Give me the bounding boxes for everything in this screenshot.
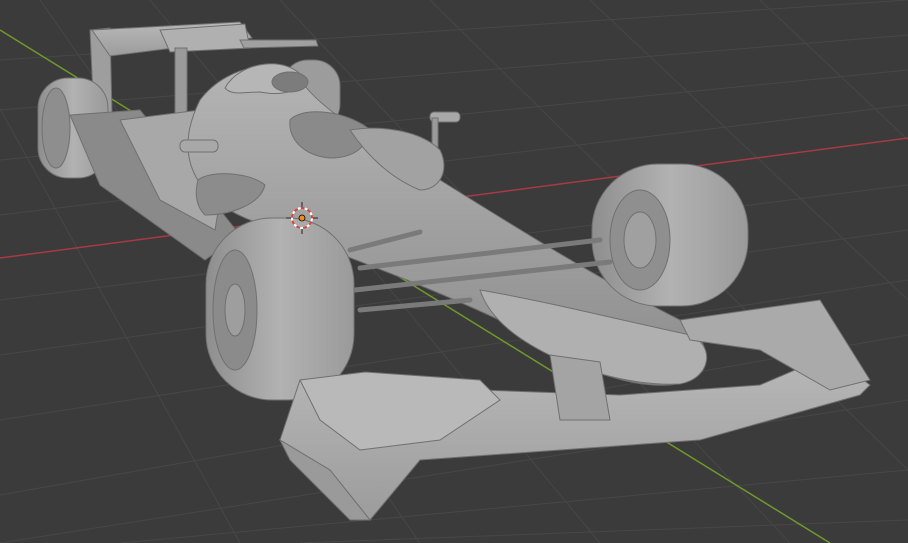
mirror-left[interactable] <box>179 139 219 153</box>
object-origin-icon <box>298 214 306 222</box>
front-left-tyre[interactable] <box>205 217 355 401</box>
3d-viewport[interactable] <box>0 0 908 543</box>
airbox-intake <box>271 71 309 93</box>
front-right-tyre[interactable] <box>591 163 749 307</box>
